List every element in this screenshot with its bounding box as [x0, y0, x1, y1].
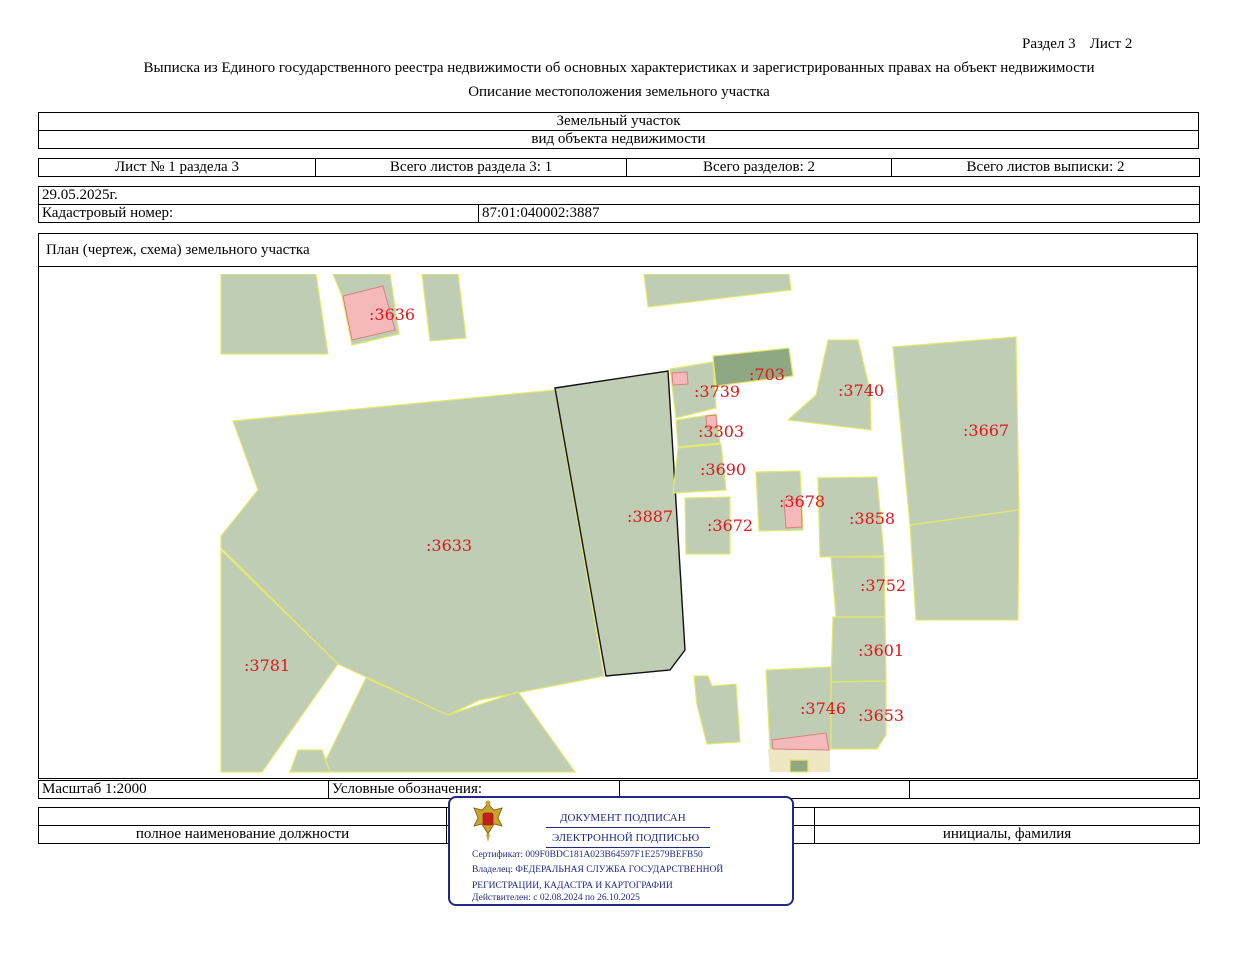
- parcel-3667-south: [909, 509, 1020, 621]
- parcel-label: :3746: [800, 699, 846, 718]
- name-caption: инициалы, фамилия: [814, 825, 1200, 844]
- plan-title-divider: [38, 266, 1198, 267]
- parcel-label: :3887: [627, 507, 673, 526]
- parcel-label: :3858: [849, 509, 895, 528]
- parcel-top-center: [643, 274, 792, 308]
- sheet-reference: Раздел 3 Лист 2: [1022, 36, 1132, 53]
- document-title: Выписка из Единого государственного реес…: [143, 60, 1095, 76]
- object-type-value: Земельный участок: [38, 112, 1199, 131]
- parcel-label: :3601: [858, 641, 904, 660]
- coat-of-arms-icon: [473, 800, 503, 842]
- extract-date: 29.05.2025г.: [38, 186, 1200, 205]
- stamp-line-electronic: ЭЛЕКТРОННОЙ ПОДПИСЬЮ: [552, 832, 700, 844]
- parcel-label: :3739: [694, 382, 740, 401]
- total-extract-sheets-cell: Всего листов выписки: 2: [891, 158, 1200, 177]
- parcel-bottom-small: [289, 749, 331, 773]
- parcel-label: :703: [749, 365, 785, 384]
- cadastral-map: :3636 :703 :3739 :3740 :3667 :3303 :3690 :3678:…: [220, 274, 1020, 773]
- sheet-number: Лист 2: [1089, 36, 1133, 52]
- parcel-label: :3636: [369, 305, 415, 324]
- plan-title: План (чертеж, схема) земельного участка: [46, 242, 310, 258]
- stamp-owner-1: Владелец: ФЕДЕРАЛЬНАЯ СЛУЖБА ГОСУДАРСТВЕ…: [472, 865, 724, 875]
- stamp-certificate: Сертификат: 009F0BDC181A023B64597F1E2579…: [472, 850, 703, 860]
- name-cell: [814, 807, 1200, 826]
- stamp-validity: Действителен: с 02.08.2024 по 26.10.2025: [472, 893, 640, 903]
- position-caption: полное наименование должности: [38, 825, 447, 844]
- parcel-top-left: [220, 274, 329, 355]
- parcel-label: :3672: [707, 516, 753, 535]
- cadastral-label: Кадастровый номер:: [38, 204, 479, 223]
- stamp-rule-1: [546, 827, 710, 828]
- section-number: Раздел 3: [1022, 36, 1076, 52]
- object-type-caption: вид объекта недвижимости: [38, 130, 1199, 149]
- document-subtitle: Описание местоположения земельного участ…: [468, 84, 770, 100]
- parcel-label: :3740: [838, 381, 884, 400]
- parcel-label: :3633: [426, 536, 472, 555]
- parcel-label: :3667: [963, 421, 1009, 440]
- total-sections-cell: Всего разделов: 2: [626, 158, 892, 177]
- parcel-label: :3653: [858, 706, 904, 725]
- stamp-owner-2: РЕГИСТРАЦИИ, КАДАСТРА И КАРТОГРАФИИ: [472, 881, 673, 891]
- parcel-small-a: [693, 675, 741, 745]
- object-type-table: Земельный участок вид объекта недвижимос…: [38, 112, 1199, 149]
- parcel-label: :3690: [700, 460, 746, 479]
- cadastral-number: 87:01:040002:3887: [478, 204, 1200, 223]
- total-section-sheets-cell: Всего листов раздела 3: 1: [315, 158, 627, 177]
- info-table: 29.05.2025г. Кадастровый номер: 87:01:04…: [38, 186, 1200, 223]
- parcel-label: :3678: [779, 492, 825, 511]
- stamp-rule-2: [546, 847, 710, 848]
- parcel-label: :3752: [860, 576, 906, 595]
- legend-cell-3: [909, 780, 1200, 799]
- scale: Масштаб 1:2000: [38, 780, 329, 799]
- building-bottom-dark: [789, 759, 809, 773]
- sheets-table: Лист № 1 раздела 3 Всего листов раздела …: [38, 158, 1200, 177]
- building-3739: [671, 371, 689, 386]
- parcel-label: :3303: [698, 422, 744, 441]
- stamp-line-signed: ДОКУМЕНТ ПОДПИСАН: [560, 812, 686, 824]
- position-cell: [38, 807, 447, 826]
- parcel-label: :3781: [244, 656, 290, 675]
- sheet-no-cell: Лист № 1 раздела 3: [38, 158, 316, 177]
- parcel-top-narrow: [421, 274, 467, 342]
